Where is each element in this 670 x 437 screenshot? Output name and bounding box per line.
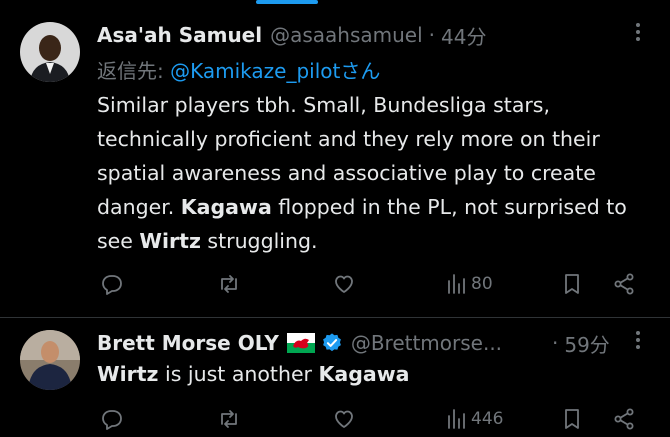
highlight-kagawa: Kagawa — [318, 362, 410, 386]
timestamp[interactable]: 44分 — [441, 21, 486, 50]
reply-button[interactable] — [100, 266, 124, 302]
more-icon[interactable] — [628, 328, 648, 358]
like-icon — [335, 410, 353, 428]
more-icon[interactable] — [628, 20, 648, 50]
repost-icon — [221, 410, 237, 428]
reply-icon — [102, 410, 122, 430]
repost-button[interactable] — [217, 401, 241, 437]
display-name[interactable]: Brett Morse OLY — [97, 331, 279, 355]
separator-dot: · — [552, 331, 559, 355]
timestamp[interactable]: 59分 — [564, 329, 609, 358]
highlight-wirtz: Wirtz — [97, 362, 159, 386]
views-icon — [448, 274, 465, 294]
like-icon — [335, 275, 353, 293]
user-handle[interactable]: @Brettmorse... — [351, 331, 502, 355]
author-line: Asa'ah Samuel @asaahsamuel · 44分 — [97, 20, 486, 50]
views-icon — [448, 409, 465, 429]
repost-button[interactable] — [217, 266, 241, 302]
bookmark-button[interactable] — [560, 401, 584, 437]
verified-icon[interactable] — [321, 332, 343, 354]
bookmark-icon — [565, 274, 579, 294]
reply-button[interactable] — [100, 401, 124, 437]
text-segment: struggling. — [200, 229, 318, 253]
author-line: Brett Morse OLY @Brettmorse... — [97, 328, 502, 358]
highlight-wirtz: Wirtz — [139, 229, 201, 253]
like-button[interactable] — [332, 266, 356, 302]
views-button[interactable]: 446 — [444, 401, 503, 437]
avatar[interactable] — [20, 22, 80, 82]
views-button[interactable]: 80 — [444, 266, 493, 302]
post-text: Similar players tbh. Small, Bundesliga s… — [97, 88, 657, 258]
reply-icon — [102, 275, 122, 295]
action-bar: 80 — [0, 266, 670, 302]
share-button[interactable] — [612, 401, 636, 437]
views-count: 80 — [471, 274, 493, 294]
bookmark-icon — [565, 409, 579, 429]
like-button[interactable] — [332, 401, 356, 437]
bookmark-button[interactable] — [560, 266, 584, 302]
timestamp-group: · 59分 — [546, 328, 610, 358]
post-asaah-samuel[interactable]: Asa'ah Samuel @asaahsamuel · 44分 返信先: @K… — [0, 0, 670, 318]
views-count: 446 — [471, 409, 504, 429]
action-bar: 446 — [0, 401, 670, 437]
share-icon — [614, 408, 634, 430]
avatar[interactable] — [20, 330, 80, 390]
share-button[interactable] — [612, 266, 636, 302]
reply-suffix: さん — [340, 59, 381, 83]
wales-flag-icon — [286, 333, 315, 353]
reply-context: 返信先: @Kamikaze_pilotさん — [97, 55, 380, 84]
separator-dot: · — [428, 23, 436, 47]
user-handle[interactable]: @asaahsamuel — [270, 23, 423, 47]
post-text: Wirtz is just another Kagawa — [97, 357, 657, 391]
reply-mention[interactable]: @Kamikaze_pilot — [170, 59, 340, 83]
post-brett-morse[interactable]: Brett Morse OLY @Brettmorse... · 59分 Wir… — [0, 318, 670, 430]
highlight-kagawa: Kagawa — [180, 195, 272, 219]
repost-icon — [221, 275, 237, 293]
reply-prefix: 返信先: — [97, 59, 171, 83]
text-segment: is just another — [158, 362, 319, 386]
display-name[interactable]: Asa'ah Samuel — [97, 23, 262, 47]
share-icon — [614, 273, 634, 295]
